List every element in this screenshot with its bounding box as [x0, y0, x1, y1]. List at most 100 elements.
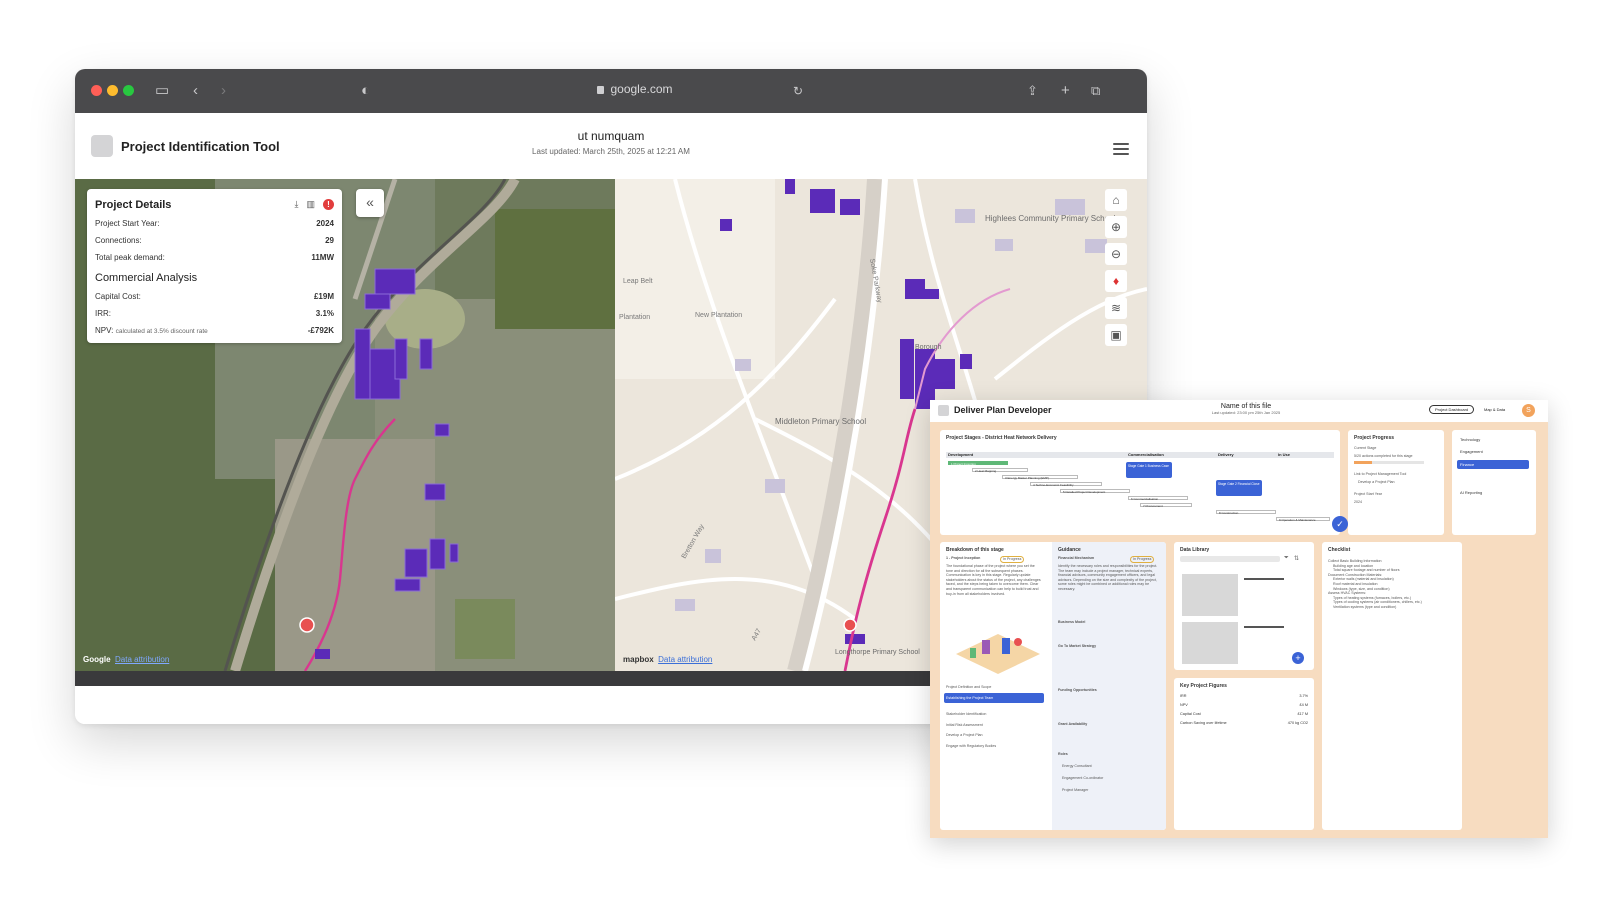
tab-overview-icon[interactable]: ⧉ [1091, 81, 1100, 101]
role-2: Engagement Co-ordinator [1062, 776, 1104, 780]
irr-label: IRR: [95, 309, 111, 318]
pm-link-item[interactable]: Develop a Project Plan [1358, 480, 1395, 485]
key-figures-title: Key Project Figures [1180, 683, 1227, 689]
filter-icon[interactable]: ⏷ [1284, 555, 1289, 562]
check-icon[interactable]: ✓ [1332, 516, 1348, 532]
breakdown-stage: 1 - Project Inception [946, 556, 981, 560]
gantt-row-5[interactable]: 5 Detailed Project Development [1060, 489, 1130, 494]
gantt-row-4[interactable]: 4 Techno-Economic Feasibility [1030, 482, 1102, 487]
guidance-item-4[interactable]: Grant Availability [1058, 722, 1087, 727]
zoom-out-icon[interactable]: ⊖ [1105, 243, 1127, 265]
figure-value-4: 470 kg CO2 [1287, 721, 1308, 725]
breakdown-item-6[interactable]: Engage with Regulatory Bodies [944, 741, 1044, 752]
figure-label-4: Carbon Saving over lifetime [1180, 721, 1227, 725]
legend-icon[interactable]: ▣ [1105, 324, 1127, 346]
checklist-title: Checklist [1328, 547, 1351, 553]
breakdown-item-4[interactable]: Initial Risk Assessment [944, 720, 1044, 731]
irr-row: IRR: 3.1% [95, 309, 334, 318]
guidance-item-3[interactable]: Funding Opportunities [1058, 688, 1097, 693]
guidance-panel: Guidance Financial Mechanism In Progress… [1052, 542, 1166, 830]
layers-icon[interactable]: ≋ [1105, 297, 1127, 319]
breakdown-item-3[interactable]: Stakeholder Identification [944, 709, 1044, 720]
data-attribution-link-2[interactable]: Data attribution [658, 655, 712, 664]
data-attribution-link[interactable]: Data attribution [115, 655, 169, 664]
gantt-row-1[interactable]: 1 Project Inception [948, 461, 1008, 466]
guidance-item-1[interactable]: Business Model [1058, 620, 1085, 625]
address-bar[interactable]: google.com [565, 82, 705, 96]
side-engagement[interactable]: Engagement [1460, 449, 1483, 454]
gantt-row-3[interactable]: 3 Energy Master Planning (EMP) [1002, 475, 1078, 480]
map-data-link[interactable]: Map & Data [1484, 407, 1505, 412]
dpd-file-updated: Last updated: 23:00 pm 25th Jan 2025 [1211, 410, 1281, 415]
compass-icon[interactable]: ♦ [1105, 270, 1127, 292]
library-search-input[interactable] [1180, 556, 1280, 562]
sidebar-icon[interactable]: ▭ [155, 81, 169, 101]
gantt-header-delivery: Delivery [1216, 452, 1276, 458]
guidance-first: Financial Mechanism [1058, 556, 1095, 560]
back-icon[interactable]: ‹ [193, 81, 198, 101]
breakdown-item-5[interactable]: Develop a Project Plan [944, 730, 1044, 741]
add-file-icon[interactable]: + [1292, 652, 1304, 664]
connections-row: Connections: 29 [95, 236, 334, 245]
shield-icon[interactable]: ◐ [361, 81, 370, 101]
collapse-panel-button[interactable]: « [356, 189, 384, 217]
warning-icon[interactable]: ! [323, 199, 334, 210]
deliver-plan-screenshot: Deliver Plan Developer Name of this file… [930, 400, 1548, 838]
close-window-button[interactable] [91, 85, 102, 96]
guidance-item-2[interactable]: Go To Market Strategy [1058, 644, 1096, 649]
home-icon[interactable]: ⌂ [1105, 189, 1127, 211]
pm-link-label: Link to Project Management Tool [1354, 472, 1407, 476]
stage-gate-2[interactable]: Stage Gate 2 Financial Close [1216, 480, 1262, 496]
app-header: Project Identification Tool ut numquam L… [75, 113, 1147, 179]
zoom-in-icon[interactable]: ⊕ [1105, 216, 1127, 238]
side-ai-reporting[interactable]: AI Reporting [1460, 490, 1482, 495]
download-icon[interactable]: ⤓ [295, 199, 299, 210]
side-technology[interactable]: Technology [1460, 437, 1480, 442]
checklist-card: Checklist Collect Basic Building Informa… [1322, 542, 1462, 830]
avatar[interactable]: S [1522, 404, 1535, 417]
zoom-window-button[interactable] [123, 85, 134, 96]
figure-value-3: £17 M [1297, 712, 1308, 716]
map-label-middleton: Middleton Primary School [775, 417, 866, 426]
minimize-window-button[interactable] [107, 85, 118, 96]
breakdown-card: Breakdown of this stage 1 - Project Ince… [940, 542, 1166, 830]
project-progress-card: Project Progress Current Stage 5/20 acti… [1348, 430, 1444, 535]
google-attribution: Google Data attribution [83, 655, 169, 664]
forward-icon[interactable]: › [221, 81, 226, 101]
dpd-file-heading: Name of this file Last updated: 23:00 pm… [1186, 403, 1306, 415]
gantt-row-2[interactable]: 2 Heat Mapping [972, 468, 1028, 473]
project-dashboard-button[interactable]: Project Dashboard [1429, 405, 1475, 414]
last-updated: Last updated: March 25th, 2025 at 12:21 … [532, 147, 690, 156]
library-thumbnail-1[interactable] [1182, 574, 1238, 616]
reload-icon[interactable]: ↻ [793, 81, 803, 101]
breakdown-item-1[interactable]: Project Definition and Scope [944, 682, 1044, 693]
dpd-start-year: 2024 [1354, 500, 1362, 504]
share-icon[interactable]: ⇪ [1027, 81, 1038, 101]
map-label-highlees: Highlees Community Primary School [985, 214, 1115, 223]
peak-demand-row: Total peak demand: 11MW [95, 253, 334, 262]
breakdown-status: In Progress [1000, 556, 1025, 563]
side-finance[interactable]: Finance [1457, 460, 1529, 469]
sort-icon[interactable]: ⇅ [1294, 555, 1299, 562]
irr-value: 3.1% [315, 309, 334, 318]
connections-label: Connections: [95, 236, 142, 245]
chart-icon[interactable]: ▥ [306, 199, 315, 210]
library-thumbnail-2[interactable] [1182, 622, 1238, 664]
gantt-row-8[interactable]: 8 Construction [1216, 510, 1276, 515]
figure-row: Carbon Saving over lifetime 470 kg CO2 [1180, 721, 1308, 725]
project-stages-card: Project Stages - District Heat Network D… [940, 430, 1348, 535]
npv-label: NPV: [95, 326, 114, 335]
menu-icon[interactable] [1113, 143, 1129, 156]
figure-row: NPV £4 M [1180, 703, 1308, 707]
gantt-row-9[interactable]: 9 Operation & Maintenance [1276, 517, 1330, 522]
guidance-item-5[interactable]: Roles [1058, 752, 1068, 757]
gantt-row-7[interactable]: 7 Procurement [1140, 503, 1192, 508]
stage-gate-1[interactable]: Stage Gate 1 Business Case [1126, 462, 1172, 478]
dpd-logo [938, 405, 949, 416]
checklist-list: Collect Basic Building Information Build… [1328, 559, 1456, 610]
new-tab-icon[interactable]: + [1061, 81, 1070, 101]
breakdown-text: The foundational phase of the project wh… [946, 564, 1041, 596]
figure-row: Capital Cost £17 M [1180, 712, 1308, 716]
breakdown-item-2[interactable]: Establishing the Project Team [944, 692, 1044, 704]
gantt-row-6[interactable]: 6 Commercialisation [1128, 496, 1188, 501]
